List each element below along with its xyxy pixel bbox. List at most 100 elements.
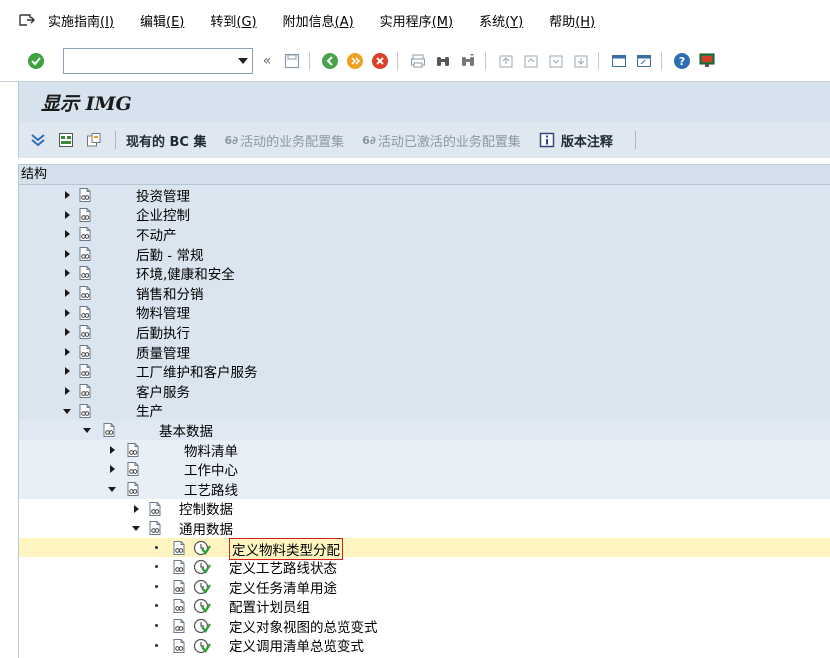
execute-clock-icon[interactable] xyxy=(193,539,211,557)
bc-set-document-icon[interactable] xyxy=(171,540,187,556)
caret-right-icon[interactable] xyxy=(134,504,139,513)
help-icon[interactable]: ? xyxy=(671,50,693,72)
where-used-icon[interactable] xyxy=(83,130,105,150)
tree-node[interactable]: 企业控制 xyxy=(19,204,830,224)
menu-item[interactable]: 实施指南(I) xyxy=(48,11,114,30)
new-session-icon[interactable] xyxy=(608,50,630,72)
caret-right-icon[interactable] xyxy=(65,191,70,199)
find-next-icon[interactable] xyxy=(457,50,479,72)
bc-set-document-icon[interactable] xyxy=(77,305,93,321)
bc-set-document-icon[interactable] xyxy=(77,187,93,203)
bc-set-document-icon[interactable] xyxy=(77,403,93,419)
bc-set-document-icon[interactable] xyxy=(77,344,93,360)
bc-set-document-icon[interactable] xyxy=(77,324,93,340)
tree-node[interactable]: 工艺路线 xyxy=(19,478,830,499)
tree-node[interactable]: 配置计划员组 xyxy=(19,596,830,616)
first-page-icon[interactable] xyxy=(495,50,517,72)
next-page-icon[interactable] xyxy=(545,50,567,72)
back-icon[interactable] xyxy=(319,50,341,72)
bc-set-document-icon[interactable] xyxy=(125,481,141,497)
caret-right-icon[interactable] xyxy=(65,230,70,239)
tree-node[interactable]: 销售和分销 xyxy=(19,282,830,303)
tree-node[interactable]: 质量管理 xyxy=(19,341,830,362)
caret-right-icon[interactable] xyxy=(65,386,70,395)
tree-node[interactable]: 后勤 - 常规 xyxy=(19,243,830,264)
bc-set-document-icon[interactable] xyxy=(77,285,93,301)
enter-check-icon[interactable] xyxy=(25,50,47,72)
caret-right-icon[interactable] xyxy=(65,249,70,258)
bc-set-document-icon[interactable] xyxy=(101,422,117,438)
tree-node[interactable]: 物料管理 xyxy=(19,302,830,322)
shortcut-icon[interactable] xyxy=(633,50,655,72)
caret-right-icon[interactable] xyxy=(110,465,115,474)
tree-node[interactable]: 控制数据 xyxy=(19,498,830,518)
tree-node[interactable]: 投资管理 xyxy=(19,185,830,205)
caret-right-icon[interactable] xyxy=(65,288,70,297)
tree-node[interactable]: 环境,健康和安全 xyxy=(19,263,830,283)
execute-clock-icon[interactable] xyxy=(193,558,211,576)
execute-clock-icon[interactable] xyxy=(193,597,211,615)
menu-item[interactable]: 帮助(H) xyxy=(549,11,595,30)
bc-set-document-icon[interactable] xyxy=(171,638,187,654)
save-icon[interactable] xyxy=(281,50,303,72)
bc-set-document-icon[interactable] xyxy=(171,598,187,614)
print-icon[interactable] xyxy=(407,50,429,72)
bc-set-document-icon[interactable] xyxy=(171,559,187,575)
caret-right-icon[interactable] xyxy=(110,445,115,454)
expand-subtree-icon[interactable] xyxy=(27,130,49,150)
existing-bc-sets-button[interactable]: 现有的 BC 集 xyxy=(126,131,207,150)
command-field[interactable] xyxy=(63,47,253,74)
customize-layout-icon[interactable] xyxy=(696,50,718,72)
cancel-icon[interactable] xyxy=(369,50,391,72)
menu-item[interactable]: 系统(Y) xyxy=(479,11,523,30)
caret-right-icon[interactable] xyxy=(65,269,70,278)
release-notes-button[interactable]: 版本注释 xyxy=(539,131,613,150)
tree-node[interactable]: 工厂维护和客户服务 xyxy=(19,361,830,381)
tree-node[interactable]: 基本数据 xyxy=(19,420,830,440)
bc-set-document-icon[interactable] xyxy=(171,579,187,595)
active-bc-sets-button[interactable]: 6∂ 活动的业务配置集 xyxy=(225,131,345,150)
execute-clock-icon[interactable] xyxy=(193,637,211,655)
tree-node[interactable]: 物料清单 xyxy=(19,439,830,460)
bc-set-document-icon[interactable] xyxy=(77,226,93,242)
menu-item[interactable]: 附加信息(A) xyxy=(283,11,354,30)
activated-bc-sets-button[interactable]: 6∂ 活动已激活的业务配置集 xyxy=(362,131,521,150)
tree-node[interactable]: 后勤执行 xyxy=(19,322,830,342)
tree-node[interactable]: 工作中心 xyxy=(19,459,830,479)
tree-node[interactable]: 生产 xyxy=(19,400,830,420)
bc-set-document-icon[interactable] xyxy=(77,363,93,379)
bc-set-document-icon[interactable] xyxy=(171,618,187,634)
caret-down-icon[interactable] xyxy=(83,428,91,434)
caret-right-icon[interactable] xyxy=(65,347,70,356)
tree-node[interactable]: 定义工艺路线状态 xyxy=(19,557,830,577)
bc-set-document-icon[interactable] xyxy=(125,461,141,477)
execute-clock-icon[interactable] xyxy=(193,578,211,596)
tree-node[interactable]: 客户服务 xyxy=(19,380,830,401)
exit-icon[interactable] xyxy=(344,50,366,72)
execute-clock-icon[interactable] xyxy=(193,617,211,635)
caret-down-icon[interactable] xyxy=(132,526,140,532)
tree-node[interactable]: 定义对象视图的总览变式 xyxy=(19,616,830,636)
menu-item[interactable]: 实用程序(M) xyxy=(380,11,453,30)
previous-page-icon[interactable] xyxy=(520,50,542,72)
bc-set-document-icon[interactable] xyxy=(125,442,141,458)
caret-right-icon[interactable] xyxy=(65,308,70,317)
bc-set-document-icon[interactable] xyxy=(77,207,93,223)
back-double-chevron-icon[interactable]: « xyxy=(256,50,278,72)
tree-node[interactable]: 定义物料类型分配 xyxy=(19,537,830,560)
bc-set-document-icon[interactable] xyxy=(147,520,163,536)
find-icon[interactable] xyxy=(432,50,454,72)
chevron-down-icon[interactable] xyxy=(238,57,248,64)
caret-down-icon[interactable] xyxy=(108,486,116,492)
caret-right-icon[interactable] xyxy=(65,367,70,376)
command-input[interactable] xyxy=(64,48,224,73)
bc-set-document-icon[interactable] xyxy=(77,383,93,399)
tree-node[interactable]: 定义任务清单用途 xyxy=(19,577,830,597)
tree-node[interactable]: 通用数据 xyxy=(19,518,830,538)
bc-set-document-icon[interactable] xyxy=(77,265,93,281)
caret-down-icon[interactable] xyxy=(63,408,71,414)
menu-entry-icon[interactable] xyxy=(18,11,40,29)
caret-right-icon[interactable] xyxy=(65,328,70,337)
last-page-icon[interactable] xyxy=(570,50,592,72)
bc-set-document-icon[interactable] xyxy=(77,246,93,262)
